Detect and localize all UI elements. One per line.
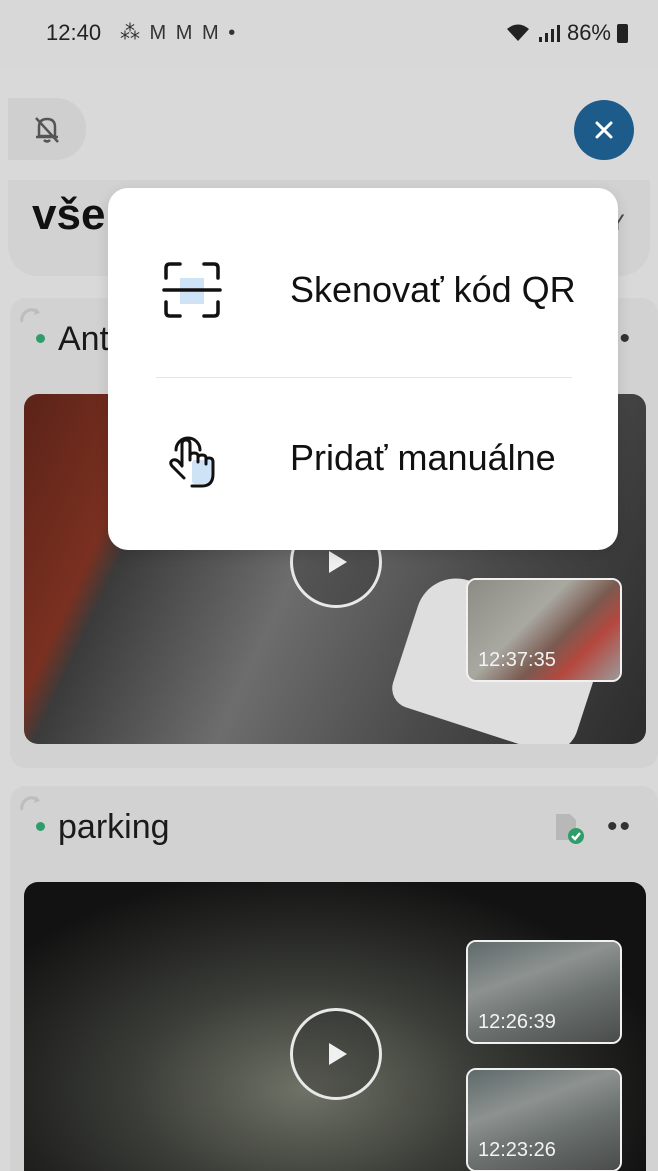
camera-name: parking xyxy=(58,808,170,846)
filter-title: vše xyxy=(32,190,106,239)
play-button[interactable] xyxy=(290,1008,382,1100)
close-icon xyxy=(595,121,613,139)
hand-touch-icon xyxy=(169,436,215,488)
menu-item-label: Skenovať kód QR xyxy=(290,269,576,310)
menu-item-add-manually[interactable]: Pridať manuálne xyxy=(108,368,618,548)
menu-item-label: Pridať manuálne xyxy=(290,437,556,478)
camera-feed[interactable]: 12:26:39 12:23:26 xyxy=(24,882,646,1171)
event-thumbnail[interactable]: 12:37:35 xyxy=(466,578,622,682)
more-options-button[interactable]: •• xyxy=(607,810,632,844)
event-thumbnail[interactable]: 12:26:39 xyxy=(466,940,622,1044)
event-thumbnail[interactable]: 12:23:26 xyxy=(466,1068,622,1171)
camera-card[interactable]: parking •• 12:26:39 12:23:26 xyxy=(10,786,658,1171)
play-icon xyxy=(329,551,347,573)
thumbnail-time: 12:26:39 xyxy=(478,1011,556,1033)
signal-icon xyxy=(538,25,560,42)
notification-icons: ⁂ M M M • xyxy=(120,22,238,44)
add-device-menu: Skenovať kód QR Pridať manuálne xyxy=(108,188,618,550)
thumbnail-time: 12:37:35 xyxy=(478,649,556,671)
sync-icon[interactable] xyxy=(16,792,46,822)
card-header: parking •• xyxy=(10,786,650,866)
status-time: 12:40 xyxy=(46,20,102,45)
battery-percent: 86% xyxy=(566,20,611,45)
status-bar: 12:40 ⁂ M M M • 86% xyxy=(0,0,658,66)
mute-button[interactable] xyxy=(8,98,86,160)
qr-scan-icon xyxy=(162,262,222,318)
online-status-dot xyxy=(36,334,45,343)
play-icon xyxy=(329,1043,347,1065)
sync-icon[interactable] xyxy=(16,304,46,334)
camera-name: Ant xyxy=(58,320,110,358)
sd-card-check-icon[interactable] xyxy=(550,810,586,846)
wifi-icon xyxy=(506,24,529,41)
menu-item-scan-qr[interactable]: Skenovať kód QR xyxy=(108,200,618,380)
bell-off-icon xyxy=(35,117,59,143)
battery-icon xyxy=(617,23,628,43)
close-button[interactable] xyxy=(574,100,634,160)
status-right: 86% xyxy=(505,20,628,46)
thumbnail-time: 12:23:26 xyxy=(478,1139,556,1161)
online-status-dot xyxy=(36,822,45,831)
